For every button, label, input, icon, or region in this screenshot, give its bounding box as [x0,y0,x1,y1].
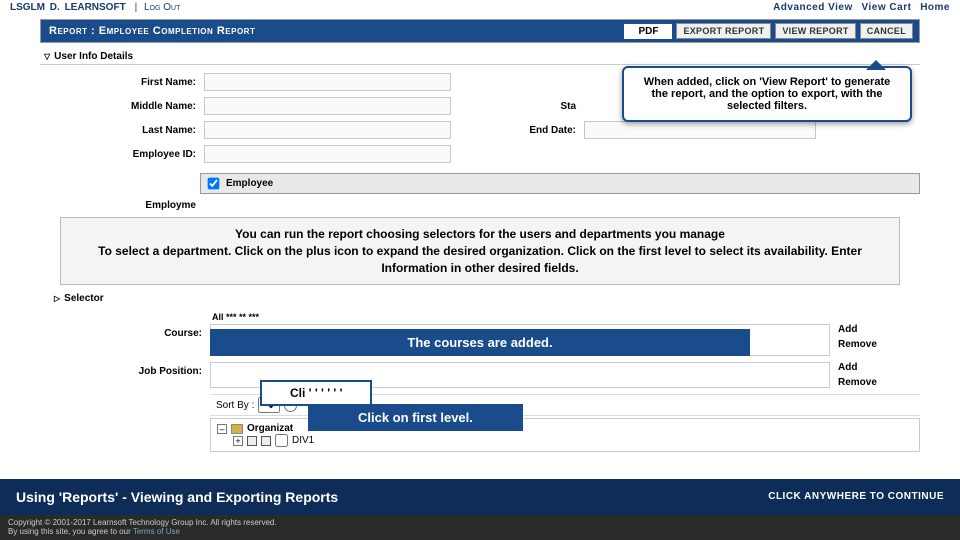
terms-of-use-link[interactable]: Terms of Use [133,527,180,536]
employme-label: Employme [44,200,204,211]
export-report-button[interactable]: EXPORT REPORT [676,23,771,39]
last-name-input[interactable] [204,121,451,139]
employee-checkbox-row[interactable]: Employee [200,173,920,194]
end-date-label: End Date: [464,125,584,136]
selector-section-header[interactable]: Selector [50,291,920,306]
guide-callout-main: You can run the report choosing selector… [60,217,900,285]
doc-icon [247,436,257,446]
cancel-button[interactable]: CANCEL [860,23,913,39]
first-name-input[interactable] [204,73,451,91]
brand-learnsoft: LEARNSOFT [65,2,126,13]
job-position-label: Job Position: [40,362,210,388]
callout-view-report: When added, click on 'View Report' to ge… [622,66,912,122]
employee-id-label: Employee ID: [44,149,204,160]
folder-icon [231,424,243,434]
callout-first-level: Click on first level. [308,404,523,431]
format-select[interactable]: PDF [624,24,672,39]
tree-child-node[interactable]: + DIV1 [233,434,913,447]
advanced-view-link[interactable]: Advanced View [773,2,853,13]
brand-dot: D. [50,2,60,13]
report-title: Report : Employee Completion Report [41,20,263,42]
sort-by-label: Sort By : [216,400,254,411]
minus-icon[interactable]: – [217,424,227,434]
top-bar: LSGLM D. LEARNSOFT | Log Out Advanced Vi… [0,0,960,15]
job-remove-link[interactable]: Remove [838,377,920,388]
doc-icon-2 [261,436,271,446]
middle-name-label: Middle Name: [44,101,204,112]
footer-legal: Copyright © 2001-2017 Learnsoft Technolo… [0,515,960,540]
footer-title: Using 'Reports' - Viewing and Exporting … [16,489,338,505]
callout-plus: Cli ' ' ' ' ' ' [260,380,372,406]
plus-icon[interactable]: + [233,436,243,446]
sta-label: Sta [464,101,584,112]
end-date-input[interactable] [584,121,816,139]
report-header: Report : Employee Completion Report PDF … [41,20,919,42]
employee-checkbox-label: Employee [226,178,273,189]
logout-link[interactable]: Log Out [144,2,180,13]
view-report-button[interactable]: VIEW REPORT [775,23,855,39]
attr-row: All *** ** *** [212,310,920,324]
employee-id-input[interactable] [204,145,451,163]
report-card: Report : Employee Completion Report PDF … [40,19,920,43]
home-link[interactable]: Home [920,2,950,13]
tree-child-checkbox[interactable] [275,434,288,447]
callout-courses-added: The courses are added. [210,329,750,356]
user-info-header[interactable]: User Info Details [40,49,920,65]
footer-banner[interactable]: Using 'Reports' - Viewing and Exporting … [0,479,960,515]
employee-checkbox[interactable] [208,178,220,190]
course-label: Course: [40,324,210,356]
brand-sep: | [134,2,137,13]
first-name-label: First Name: [44,77,204,88]
middle-name-input[interactable] [204,97,451,115]
view-cart-link[interactable]: View Cart [862,2,912,13]
course-add-link[interactable]: Add [838,324,920,335]
footer-continue: CLICK ANYWHERE TO CONTINUE [768,491,944,502]
job-add-link[interactable]: Add [838,362,920,373]
brand-lsglm: LSGLM [10,2,45,13]
last-name-label: Last Name: [44,125,204,136]
course-remove-link[interactable]: Remove [838,339,920,350]
